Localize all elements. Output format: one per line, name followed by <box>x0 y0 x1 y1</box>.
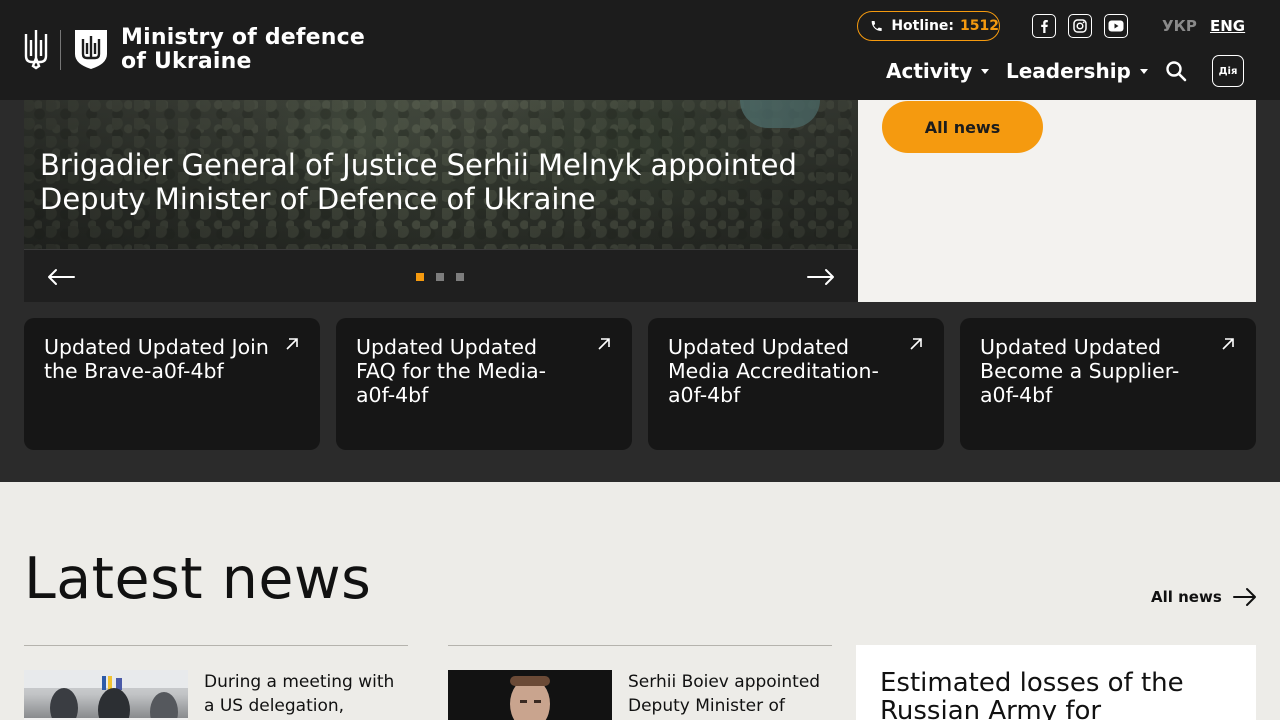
lang-ukr-link[interactable]: УКР <box>1162 17 1197 35</box>
logo-divider <box>60 30 61 70</box>
arrow-up-right-icon <box>598 338 610 350</box>
nav-leadership[interactable]: Leadership <box>1006 59 1148 83</box>
hotline-number: 1512 <box>960 18 999 34</box>
arrow-up-right-icon <box>286 338 298 350</box>
news-item-text[interactable]: During a meeting with a US delegation, <box>204 670 409 718</box>
hero-side-panel: All news <box>858 100 1256 302</box>
losses-card[interactable]: Estimated losses of the Russian Army for <box>856 645 1256 720</box>
news-item-text[interactable]: Serhii Boiev appointed Deputy Minister o… <box>628 670 833 718</box>
hero-slide-title[interactable]: Brigadier General of Justice Serhii Meln… <box>40 148 830 216</box>
slide-dot-3[interactable] <box>456 273 464 281</box>
arrow-up-right-icon <box>910 338 922 350</box>
arrow-right-icon[interactable] <box>806 264 836 290</box>
youtube-icon[interactable] <box>1104 14 1128 38</box>
slide-dot-2[interactable] <box>436 273 444 281</box>
news-divider <box>24 645 408 646</box>
nav-activity-label: Activity <box>886 59 973 83</box>
meeting-photo <box>24 670 188 720</box>
portrait-photo <box>448 670 612 720</box>
quick-link-card[interactable]: Updated Updated Become a Supplier-a0f-4b… <box>960 318 1256 450</box>
arrow-up-right-icon <box>1222 338 1234 350</box>
latest-all-news-label: All news <box>1151 588 1222 606</box>
chevron-down-icon <box>1139 68 1148 74</box>
news-divider <box>448 645 832 646</box>
quick-link-title: Updated Updated Media Accreditation-a0f-… <box>668 335 879 407</box>
nav-activity[interactable]: Activity <box>886 59 990 83</box>
logo-line-1: Ministry of defence <box>121 25 366 50</box>
search-icon[interactable] <box>1164 59 1188 83</box>
news-thumbnail[interactable] <box>448 670 612 720</box>
quick-link-card[interactable]: Updated Updated Join the Brave-a0f-4bf <box>24 318 320 450</box>
instagram-icon[interactable] <box>1068 14 1092 38</box>
losses-card-title: Estimated losses of the Russian Army for <box>880 668 1184 720</box>
phone-icon <box>871 20 882 32</box>
hotline-button[interactable]: Hotline: 1512 <box>857 11 1000 41</box>
all-news-button[interactable]: All news <box>882 101 1043 153</box>
quick-link-title: Updated Updated Join the Brave-a0f-4bf <box>44 335 269 383</box>
logo-line-2: of Ukraine <box>121 49 252 74</box>
chevron-down-icon <box>981 68 990 74</box>
latest-news-heading: Latest news <box>24 546 372 612</box>
ministry-emblem-icon[interactable] <box>73 28 109 70</box>
quick-link-title: Updated Updated Become a Supplier-a0f-4b… <box>980 335 1180 407</box>
site-logo-text[interactable]: Ministry of defence of Ukraine <box>121 26 365 74</box>
site-header: Ministry of defence of Ukraine Hotline: … <box>0 0 1280 100</box>
slider-controls <box>24 249 858 302</box>
latest-all-news-link[interactable]: All news <box>1151 585 1258 609</box>
quick-link-card[interactable]: Updated Updated FAQ for the Media-a0f-4b… <box>336 318 632 450</box>
hotline-label: Hotline: <box>891 18 955 34</box>
nav-leadership-label: Leadership <box>1006 59 1131 83</box>
slide-dot-1[interactable] <box>416 273 424 281</box>
arrow-right-icon <box>1232 588 1256 606</box>
lang-eng-link[interactable]: ENG <box>1210 17 1245 35</box>
facebook-icon[interactable] <box>1032 14 1056 38</box>
page: Ministry of defence of Ukraine Hotline: … <box>0 0 1280 720</box>
arrow-left-icon[interactable] <box>46 264 76 290</box>
news-thumbnail[interactable] <box>24 670 188 720</box>
quick-link-title: Updated Updated FAQ for the Media-a0f-4b… <box>356 335 547 407</box>
diia-button[interactable]: Дія <box>1212 55 1244 87</box>
quick-link-card[interactable]: Updated Updated Media Accreditation-a0f-… <box>648 318 944 450</box>
trident-icon[interactable] <box>22 28 50 70</box>
